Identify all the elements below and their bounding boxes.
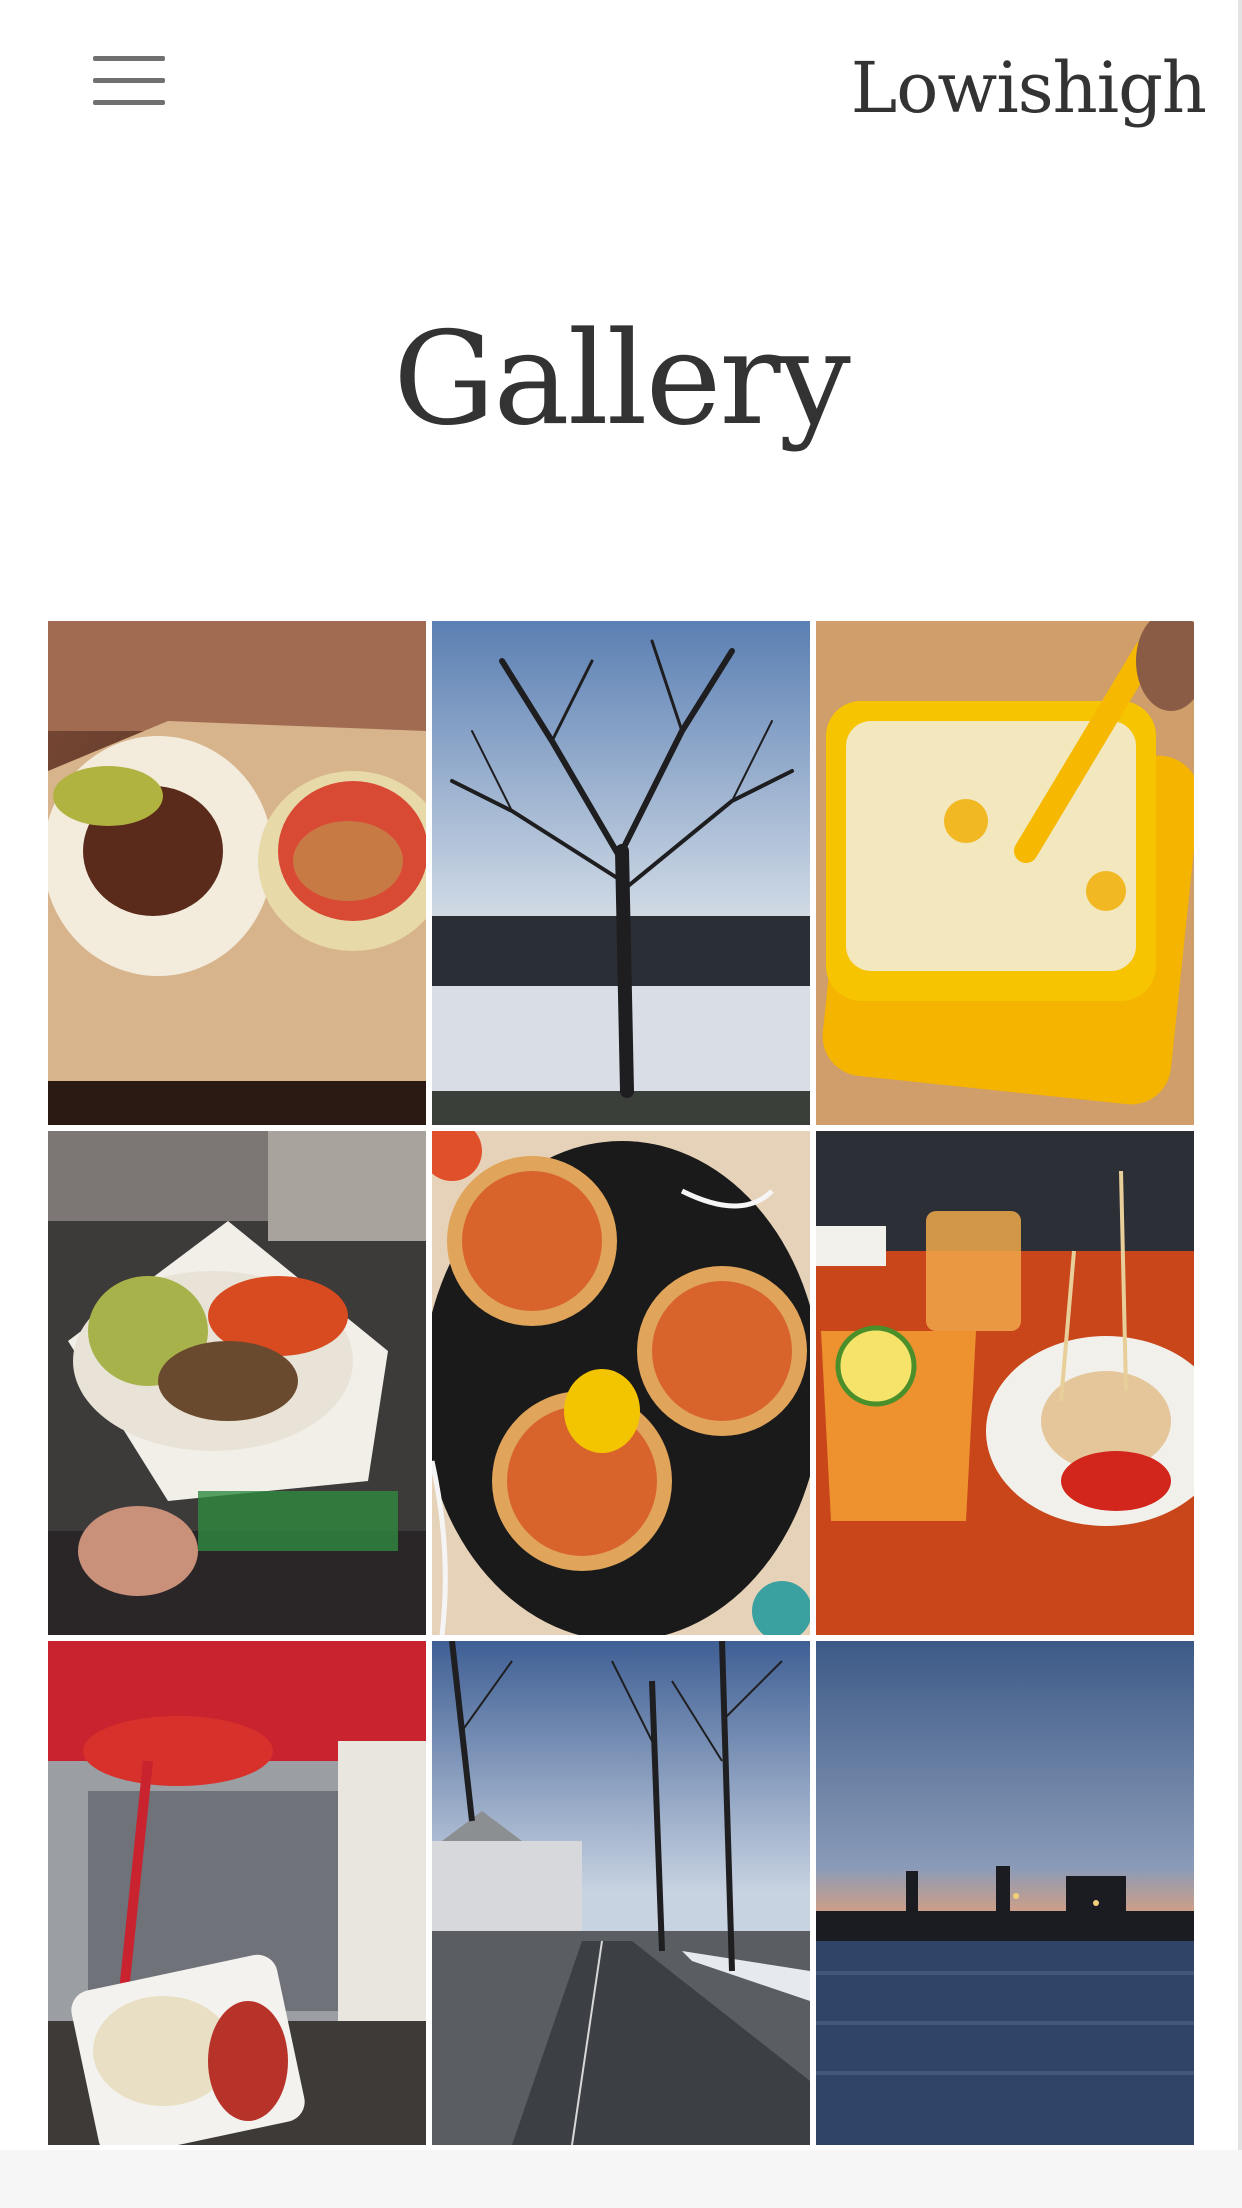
gallery-photo-dessert[interactable] <box>816 621 1194 1125</box>
gallery-photo-drinks[interactable] <box>816 1131 1194 1635</box>
menu-bar <box>93 99 165 105</box>
gallery-photo-tostadas[interactable] <box>432 1131 810 1635</box>
photo-curry-stand-image <box>48 1641 426 2145</box>
page-bottom-band <box>0 2150 1242 2208</box>
photo-drinks-image <box>816 1131 1194 1635</box>
photo-dessert-image <box>816 621 1194 1125</box>
photo-tostadas-image <box>432 1131 810 1635</box>
photo-gallery-grid <box>48 621 1194 2145</box>
menu-bar <box>93 55 165 61</box>
gallery-photo-wrap[interactable] <box>48 1131 426 1635</box>
photo-tacos-image <box>48 621 426 1125</box>
gallery-photo-road[interactable] <box>432 1641 810 2145</box>
menu-bar <box>93 77 165 83</box>
hamburger-menu-icon[interactable] <box>80 40 180 120</box>
site-logo-text[interactable]: Lowishigh <box>851 38 1207 138</box>
gallery-photo-river[interactable] <box>816 1641 1194 2145</box>
photo-wrap-image <box>48 1131 426 1635</box>
app-header: Lowishigh <box>0 0 1242 170</box>
gallery-photo-tree[interactable] <box>432 621 810 1125</box>
photo-road-image <box>432 1641 810 2145</box>
gallery-photo-tacos[interactable] <box>48 621 426 1125</box>
photo-river-image <box>816 1641 1194 2145</box>
gallery-photo-curry-stand[interactable] <box>48 1641 426 2145</box>
page-title: Gallery <box>393 305 851 454</box>
photo-tree-image <box>432 621 810 1125</box>
